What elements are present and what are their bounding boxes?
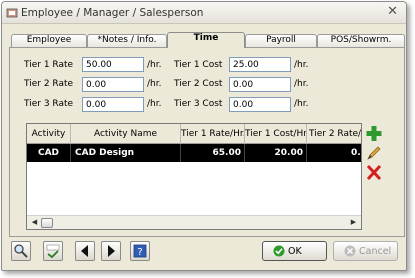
employee-dialog: Employee / Manager / Salesperson ✕ Emplo… — [1, 1, 407, 271]
cell-activity: CAD — [27, 144, 71, 162]
scroll-left-icon[interactable]: ◀ — [29, 217, 40, 228]
tab-label: *Notes / Info. — [97, 35, 157, 45]
column-header-activity[interactable]: Activity — [27, 124, 71, 144]
tab-strip: Employee *Notes / Info. Time Payroll POS… — [9, 32, 405, 48]
search-icon — [14, 244, 28, 258]
close-button[interactable]: ✕ — [387, 5, 398, 19]
tab-label: POS/Showrm. — [330, 35, 392, 45]
tier1-cost-input[interactable] — [229, 57, 291, 72]
column-header-tier2-rate[interactable]: Tier 2 Rate/Hr. — [307, 124, 361, 144]
tier2-cost-label: Tier 2 Cost — [174, 79, 223, 89]
edit-pencil-icon[interactable] — [364, 144, 384, 163]
grid-header: Activity Activity Name Tier 1 Rate/Hr. T… — [27, 124, 361, 144]
cell-activity-name: CAD Design — [71, 144, 181, 162]
next-icon — [108, 245, 115, 257]
app-icon — [6, 8, 18, 18]
tab-notes-info[interactable]: *Notes / Info. — [87, 34, 167, 47]
tier2-rate-label: Tier 2 Rate — [24, 79, 74, 89]
delete-x-icon[interactable] — [364, 163, 384, 182]
column-header-activity-name[interactable]: Activity Name — [71, 124, 181, 144]
unit-label: /hr. — [294, 99, 309, 109]
help-icon: ? — [133, 244, 147, 258]
cell-tier1-rate: 65.00 — [181, 144, 245, 162]
ok-label: OK — [288, 246, 302, 257]
window-title: Employee / Manager / Salesperson — [21, 7, 204, 19]
cell-tier1-cost: 20.00 — [245, 144, 307, 162]
ok-button[interactable]: OK — [262, 241, 327, 261]
tier3-rate-label: Tier 3 Rate — [24, 99, 74, 109]
help-button[interactable]: ? — [130, 241, 150, 261]
scroll-right-icon[interactable]: ▶ — [348, 217, 359, 228]
table-row[interactable]: CAD CAD Design 65.00 20.00 0.0 — [27, 144, 361, 162]
previous-icon — [81, 245, 88, 257]
cell-tier2-rate: 0.0 — [351, 148, 361, 158]
cancel-label: Cancel — [359, 246, 392, 257]
spellcheck-icon — [46, 244, 60, 259]
tier1-rate-input[interactable] — [82, 57, 144, 72]
tab-payroll[interactable]: Payroll — [245, 34, 317, 47]
svg-text:?: ? — [137, 247, 142, 258]
column-header-tier1-cost[interactable]: Tier 1 Cost/Hr. — [245, 124, 307, 144]
tier1-rate-label: Tier 1 Rate — [24, 60, 74, 70]
spellcheck-button[interactable] — [43, 241, 63, 261]
tier2-rate-input[interactable] — [82, 77, 144, 92]
tier1-cost-label: Tier 1 Cost — [174, 60, 223, 70]
title-bar: Employee / Manager / Salesperson ✕ — [2, 2, 406, 24]
cancel-button[interactable]: Cancel — [333, 241, 398, 261]
scroll-thumb[interactable] — [41, 218, 53, 228]
tab-label: Payroll — [266, 35, 296, 45]
unit-label: /hr. — [147, 79, 162, 89]
tier3-cost-label: Tier 3 Cost — [174, 99, 223, 109]
tab-employee[interactable]: Employee — [11, 34, 87, 47]
previous-button[interactable] — [75, 241, 95, 261]
activity-grid[interactable]: Activity Activity Name Tier 1 Rate/Hr. T… — [26, 123, 362, 230]
unit-label: /hr. — [294, 60, 309, 70]
tab-label: Employee — [26, 35, 72, 45]
tier3-cost-input[interactable] — [229, 97, 291, 112]
tier3-rate-input[interactable] — [82, 97, 144, 112]
tab-label: Time — [193, 33, 219, 43]
checkmark-icon — [273, 245, 285, 257]
search-button[interactable] — [11, 241, 31, 261]
next-button[interactable] — [101, 241, 121, 261]
unit-label: /hr. — [294, 79, 309, 89]
horizontal-scrollbar[interactable]: ◀ ▶ — [27, 215, 361, 229]
tier2-cost-input[interactable] — [229, 77, 291, 92]
unit-label: /hr. — [147, 99, 162, 109]
add-icon[interactable] — [364, 124, 384, 143]
tab-time[interactable]: Time — [167, 32, 245, 48]
unit-label: /hr. — [147, 60, 162, 70]
cancel-icon — [344, 245, 356, 257]
tab-pos-showroom[interactable]: POS/Showrm. — [317, 34, 405, 47]
column-header-tier1-rate[interactable]: Tier 1 Rate/Hr. — [181, 124, 245, 144]
